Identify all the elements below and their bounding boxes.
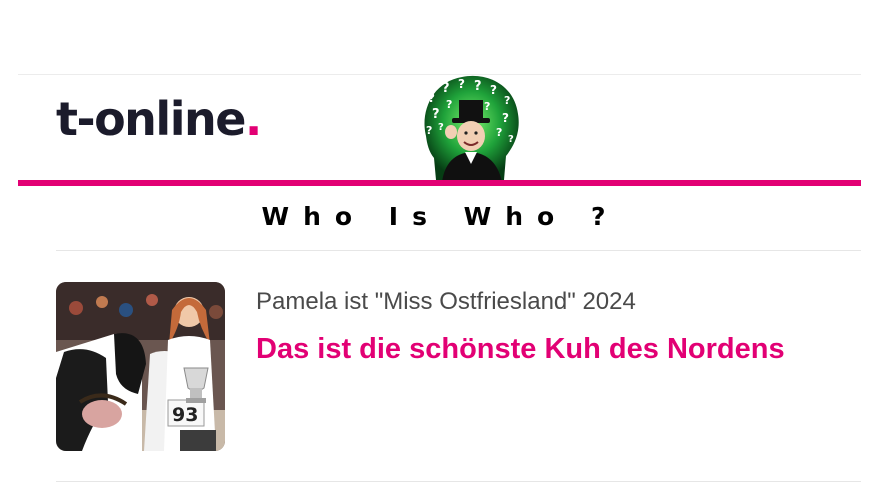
svg-text:?: ? bbox=[508, 134, 514, 145]
svg-text:?: ? bbox=[490, 83, 497, 97]
section-title: Who Is Who ? bbox=[261, 202, 620, 231]
divider bbox=[56, 481, 861, 482]
svg-text:?: ? bbox=[432, 107, 440, 122]
svg-text:93: 93 bbox=[172, 404, 198, 426]
svg-text:?: ? bbox=[502, 111, 509, 125]
article-kicker: Pamela ist "Miss Ostfriesland" 2024 bbox=[256, 288, 636, 315]
divider bbox=[56, 250, 861, 251]
article-teaser[interactable]: 93 Pamela ist "Miss Ostfriesland" 2024 D… bbox=[56, 282, 861, 452]
t-online-logo[interactable]: t-online. bbox=[56, 96, 262, 142]
svg-text:?: ? bbox=[438, 122, 444, 133]
svg-text:?: ? bbox=[474, 79, 482, 94]
question-marks-man-with-top-hat-icon: ?? ?? ?? ?? ?? ?? ?? bbox=[418, 72, 522, 182]
svg-text:?: ? bbox=[458, 77, 465, 91]
svg-text:?: ? bbox=[428, 91, 435, 105]
svg-text:?: ? bbox=[442, 81, 450, 96]
article-headline[interactable]: Das ist die schönste Kuh des Nordens bbox=[256, 332, 785, 367]
svg-text:?: ? bbox=[496, 126, 502, 139]
brand-divider-bar bbox=[18, 180, 861, 186]
cow-and-woman-with-trophy-photo: 93 bbox=[56, 282, 225, 451]
svg-text:?: ? bbox=[446, 98, 452, 111]
svg-text:?: ? bbox=[426, 124, 432, 137]
svg-text:?: ? bbox=[484, 100, 490, 113]
logo-dot: . bbox=[244, 92, 262, 146]
svg-text:?: ? bbox=[504, 94, 510, 107]
logo-text: t-online bbox=[56, 92, 246, 146]
